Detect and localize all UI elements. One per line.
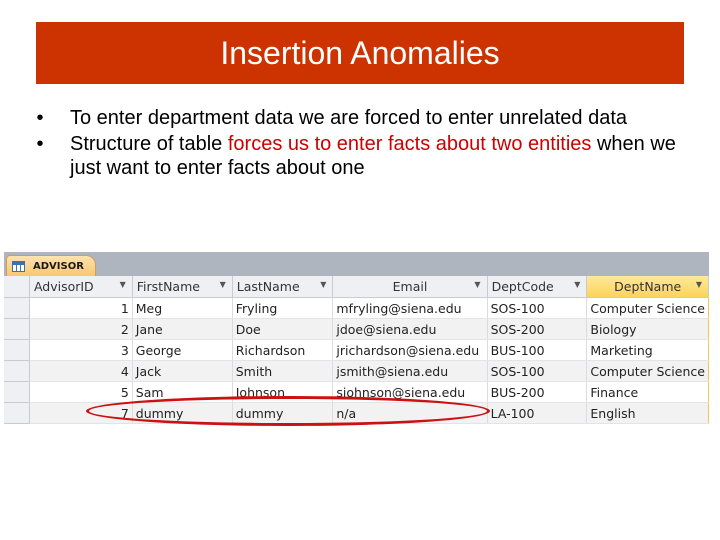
- cell-lastname[interactable]: Smith: [232, 360, 334, 382]
- slide-title: Insertion Anomalies: [36, 22, 684, 84]
- column-header-deptcode[interactable]: DeptCode ▼: [487, 276, 588, 298]
- dropdown-arrow-icon[interactable]: ▼: [120, 280, 126, 289]
- cell-deptcode[interactable]: SOS-100: [487, 297, 588, 319]
- bullet-text: Structure of table: [70, 133, 228, 155]
- bullet-highlight-text: forces us to enter facts about two entit…: [227, 133, 592, 155]
- cell-email[interactable]: jdoe@siena.edu: [332, 318, 488, 340]
- table-row[interactable]: 1 Meg Fryling mfryling@siena.edu SOS-100…: [4, 297, 709, 319]
- bullet-item: • Structure of table forces us to enter …: [30, 132, 690, 180]
- cell-firstname[interactable]: dummy: [132, 402, 233, 424]
- cell-email[interactable]: sjohnson@siena.edu: [332, 381, 488, 403]
- cell-advisorid[interactable]: 4: [29, 360, 133, 382]
- cell-lastname[interactable]: Doe: [232, 318, 334, 340]
- cell-deptname[interactable]: Computer Science: [586, 297, 709, 319]
- tab-advisor[interactable]: ADVISOR: [6, 255, 96, 277]
- cell-email[interactable]: jrichardson@siena.edu: [332, 339, 488, 361]
- datasheet-grid: AdvisorID ▼ FirstName ▼ LastName ▼ Email ▼ D…: [4, 276, 709, 424]
- column-label: FirstName: [136, 279, 200, 294]
- cell-advisorid[interactable]: 7: [29, 402, 133, 424]
- cell-advisorid[interactable]: 1: [29, 297, 133, 319]
- table-row-dummy[interactable]: 7 dummy dummy n/a LA-100 English: [4, 402, 709, 424]
- row-selector[interactable]: [4, 402, 30, 424]
- cell-firstname[interactable]: George: [132, 339, 233, 361]
- cell-deptname[interactable]: Finance: [586, 381, 709, 403]
- cell-deptcode[interactable]: SOS-100: [487, 360, 588, 382]
- table-row[interactable]: 4 Jack Smith jsmith@siena.edu SOS-100 Co…: [4, 360, 709, 382]
- cell-firstname[interactable]: Jack: [132, 360, 233, 382]
- row-selector[interactable]: [4, 297, 30, 319]
- bullet-dot: •: [36, 107, 44, 129]
- table-row[interactable]: 5 Sam Johnson sjohnson@siena.edu BUS-200…: [4, 381, 709, 403]
- cell-deptcode[interactable]: SOS-200: [487, 318, 588, 340]
- access-datasheet: ADVISOR AdvisorID ▼ FirstName ▼ LastName ▼ …: [4, 252, 709, 424]
- cell-deptname[interactable]: Computer Science: [586, 360, 709, 382]
- cell-advisorid[interactable]: 3: [29, 339, 133, 361]
- cell-deptcode[interactable]: LA-100: [487, 402, 588, 424]
- table-icon: [12, 261, 25, 272]
- tab-label: ADVISOR: [33, 261, 84, 272]
- cell-deptcode[interactable]: BUS-200: [487, 381, 588, 403]
- object-tab-strip: ADVISOR: [4, 252, 709, 277]
- cell-firstname[interactable]: Sam: [132, 381, 233, 403]
- cell-firstname[interactable]: Jane: [132, 318, 233, 340]
- row-selector[interactable]: [4, 360, 30, 382]
- table-row[interactable]: 3 George Richardson jrichardson@siena.ed…: [4, 339, 709, 361]
- cell-deptcode[interactable]: BUS-100: [487, 339, 588, 361]
- cell-email[interactable]: n/a: [332, 402, 488, 424]
- cell-advisorid[interactable]: 5: [29, 381, 133, 403]
- cell-deptname[interactable]: English: [586, 402, 709, 424]
- column-header-advisorid[interactable]: AdvisorID ▼: [29, 276, 133, 298]
- column-header-lastname[interactable]: LastName ▼: [232, 276, 334, 298]
- column-label: DeptName: [614, 279, 682, 294]
- row-selector[interactable]: [4, 381, 30, 403]
- table-row[interactable]: 2 Jane Doe jdoe@siena.edu SOS-200 Biolog…: [4, 318, 709, 340]
- cell-lastname[interactable]: Richardson: [232, 339, 334, 361]
- column-header-firstname[interactable]: FirstName ▼: [132, 276, 233, 298]
- cell-lastname[interactable]: dummy: [232, 402, 334, 424]
- column-header-deptname[interactable]: DeptName ▼: [586, 276, 709, 298]
- cell-deptname[interactable]: Marketing: [586, 339, 709, 361]
- dropdown-arrow-icon[interactable]: ▼: [696, 280, 702, 289]
- row-selector[interactable]: [4, 339, 30, 361]
- bullet-list: • To enter department data we are forced…: [30, 106, 690, 182]
- column-label: LastName: [236, 279, 300, 294]
- dropdown-arrow-icon[interactable]: ▼: [220, 280, 226, 289]
- column-label: AdvisorID: [33, 279, 94, 294]
- cell-advisorid[interactable]: 2: [29, 318, 133, 340]
- dropdown-arrow-icon[interactable]: ▼: [474, 280, 480, 289]
- dropdown-arrow-icon[interactable]: ▼: [320, 280, 326, 289]
- bullet-item: • To enter department data we are forced…: [30, 106, 690, 130]
- dropdown-arrow-icon[interactable]: ▼: [574, 280, 580, 289]
- column-header-email[interactable]: Email ▼: [332, 276, 488, 298]
- cell-lastname[interactable]: Johnson: [232, 381, 334, 403]
- cell-lastname[interactable]: Fryling: [232, 297, 334, 319]
- bullet-dot: •: [36, 133, 44, 155]
- header-row: AdvisorID ▼ FirstName ▼ LastName ▼ Email ▼ D…: [4, 276, 709, 298]
- row-selector[interactable]: [4, 318, 30, 340]
- select-all-corner[interactable]: [4, 276, 30, 298]
- cell-deptname[interactable]: Biology: [586, 318, 709, 340]
- column-label: Email: [392, 279, 428, 294]
- cell-firstname[interactable]: Meg: [132, 297, 233, 319]
- column-label: DeptCode: [491, 279, 554, 294]
- cell-email[interactable]: mfryling@siena.edu: [332, 297, 488, 319]
- bullet-text: To enter department data we are forced t…: [70, 107, 628, 129]
- cell-email[interactable]: jsmith@siena.edu: [332, 360, 488, 382]
